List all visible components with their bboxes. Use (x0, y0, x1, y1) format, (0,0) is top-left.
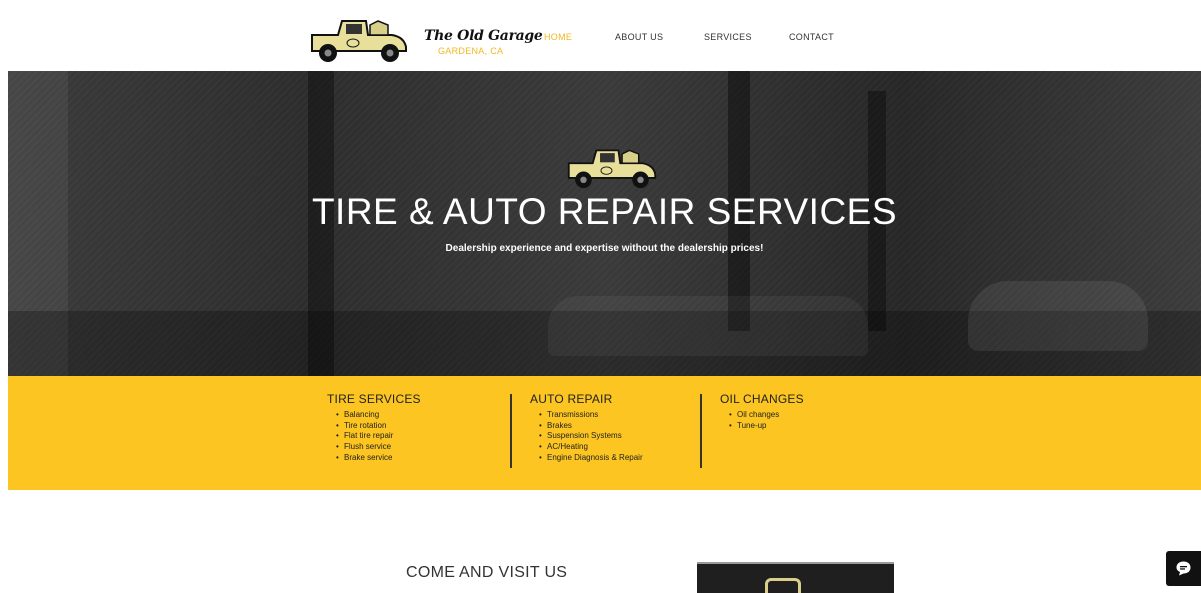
nav-home[interactable]: HOME (544, 32, 572, 42)
service-heading: OIL CHANGES (720, 392, 804, 406)
site-header: The Old Garage GARDENA, CA HOME ABOUT US… (0, 0, 1201, 71)
hero-subtitle: Dealership experience and expertise with… (445, 243, 764, 254)
list-item: Suspension Systems (539, 431, 643, 442)
list-item: Flush service (336, 442, 421, 453)
column-divider (700, 394, 702, 468)
list-item: Tire rotation (336, 421, 421, 432)
services-band: TIRE SERVICES Balancing Tire rotation Fl… (8, 376, 1201, 490)
visit-title: COME AND VISIT US (406, 564, 568, 581)
hero-bg-car (968, 281, 1148, 351)
service-column-auto-repair: AUTO REPAIR Transmissions Brakes Suspens… (530, 392, 643, 464)
pickup-truck-icon (567, 149, 657, 189)
list-item: Tune-up (729, 421, 804, 432)
pickup-truck-icon[interactable] (308, 13, 410, 63)
list-item: Flat tire repair (336, 431, 421, 442)
list-item: Brakes (539, 421, 643, 432)
service-column-tire: TIRE SERVICES Balancing Tire rotation Fl… (327, 392, 421, 464)
column-divider (510, 394, 512, 468)
service-column-oil-changes: OIL CHANGES Oil changes Tune-up (720, 392, 804, 431)
nav-contact[interactable]: CONTACT (789, 32, 834, 42)
chat-button[interactable] (1166, 551, 1201, 586)
list-item: Balancing (336, 410, 421, 421)
hero-banner: TIRE & AUTO REPAIR SERVICES Dealership e… (8, 71, 1201, 376)
list-item: Brake service (336, 453, 421, 464)
hero-title: TIRE & AUTO REPAIR SERVICES (311, 191, 898, 232)
list-item: Engine Diagnosis & Repair (539, 453, 643, 464)
service-list: Balancing Tire rotation Flat tire repair… (327, 410, 421, 464)
service-heading: TIRE SERVICES (327, 392, 421, 406)
truck-photo-shape (765, 578, 801, 593)
service-list: Oil changes Tune-up (720, 410, 804, 431)
nav-about-us[interactable]: ABOUT US (615, 32, 663, 42)
service-list: Transmissions Brakes Suspension Systems … (530, 410, 643, 464)
nav-services[interactable]: SERVICES (704, 32, 752, 42)
brand-name[interactable]: The Old Garage (424, 28, 543, 44)
brand-location: GARDENA, CA (438, 46, 504, 56)
chat-bubble-icon (1176, 561, 1191, 576)
list-item: Transmissions (539, 410, 643, 421)
visit-photo (697, 562, 894, 593)
hero-bg-car (548, 296, 868, 356)
list-item: AC/Heating (539, 442, 643, 453)
list-item: Oil changes (729, 410, 804, 421)
service-heading: AUTO REPAIR (530, 392, 613, 406)
